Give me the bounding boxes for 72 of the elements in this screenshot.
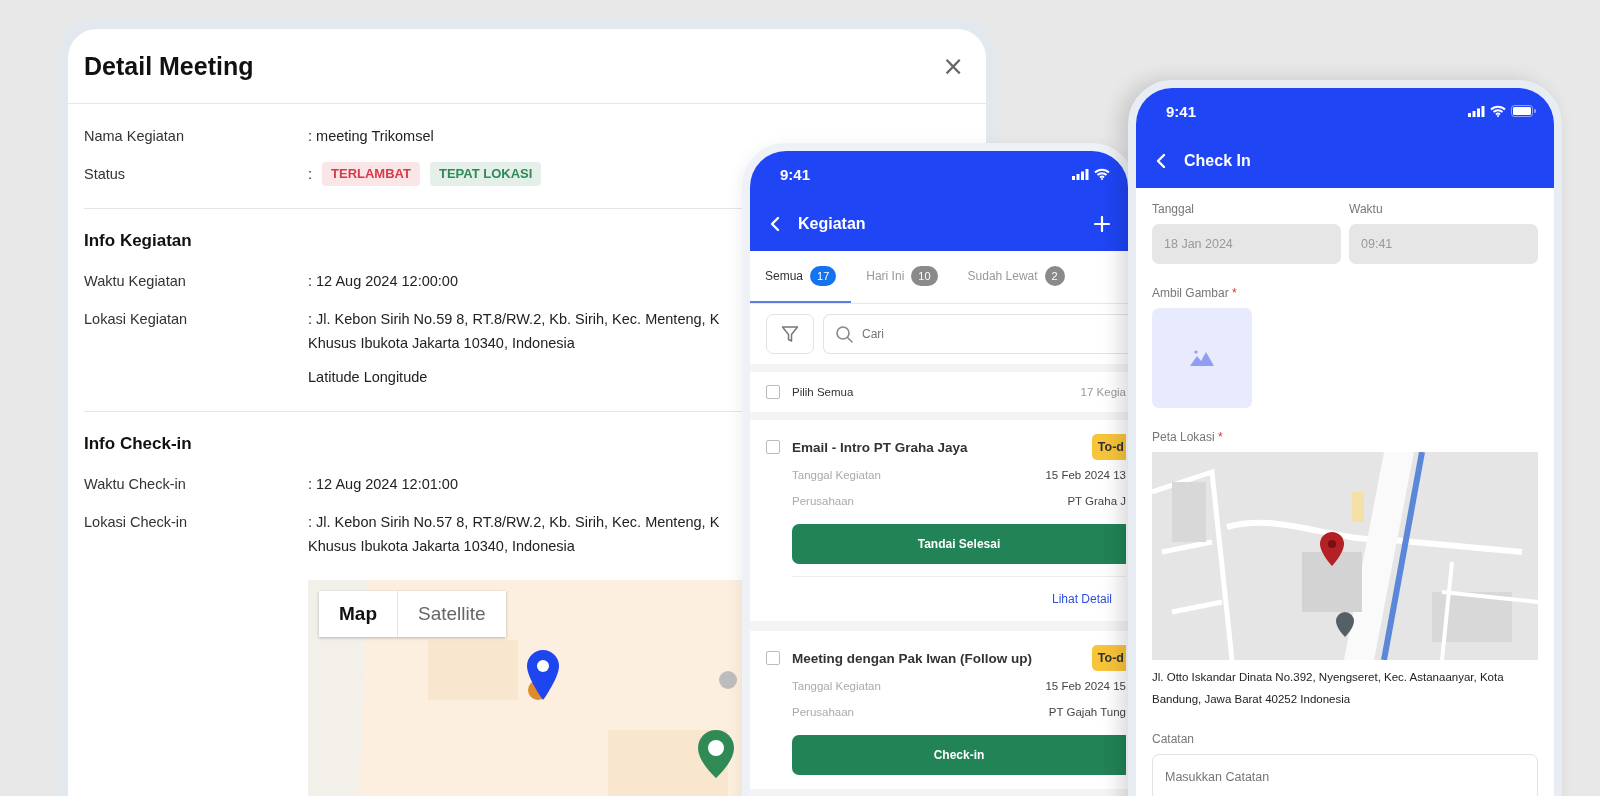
activity-title: Meeting dengan Pak Iwan (Follow up) (792, 650, 1033, 666)
activity-title: Email - Intro PT Graha Jaya (792, 439, 969, 455)
field-label: Lokasi Check-in (84, 513, 189, 532)
count-badge: 2 (1044, 266, 1065, 286)
signal-icon (1468, 105, 1485, 117)
field-value: : 12 Aug 2024 12:00:00 (308, 272, 458, 291)
field-value: : meeting Trikomsel (308, 127, 434, 146)
status-badge: To-d (1091, 434, 1126, 460)
checkbox[interactable] (766, 385, 780, 399)
screen-title: Check In (1184, 152, 1252, 170)
field-label: Tanggal (1152, 202, 1196, 216)
field-label: Nama Kegiatan (84, 127, 185, 146)
notes-field[interactable]: Masukkan Catatan (1152, 754, 1538, 796)
field-value: : (308, 165, 313, 184)
battery-icon (1511, 105, 1536, 117)
field-label: Perusahaan (792, 706, 855, 718)
section-heading: Info Check-in (84, 434, 192, 454)
search-icon (835, 325, 853, 343)
field-label: Waktu Check-in (84, 475, 187, 494)
count-badge: 17 (810, 266, 837, 286)
count-badge: 10 (911, 266, 938, 286)
field-value: : Jl. Kebon Sirih No.57 8, RT.8/RW.2, Kb. Sirih, Kec. Menteng, K Khusus Ibukota Jakarta 10340, Indonesia (308, 513, 720, 556)
status-time: 9:41 (780, 165, 811, 183)
screen-title: Kegiatan (798, 215, 867, 233)
field-label: Lokasi Kegiatan (84, 310, 189, 329)
field-value: 15 Feb 2024 15 (1045, 680, 1126, 692)
field-label: Catatan (1152, 732, 1196, 746)
section-heading: Info Kegiatan (84, 231, 192, 251)
back-icon (1156, 153, 1166, 169)
filter-tab[interactable]: Sudah Lewat 2 (952, 251, 1080, 303)
field-label: Tanggal Kegiatan (792, 680, 881, 692)
detail-link[interactable]: Lihat Detail (1051, 592, 1112, 606)
plus-icon (1094, 216, 1110, 232)
address-text: Jl. Otto Iskandar Dinata No.392, Nyengseret, Kec. Astanaanyar, Kota Bandung, Jawa Barat 40252 Indonesia (1152, 670, 1505, 707)
field-label: Waktu (1349, 202, 1384, 216)
wifi-icon (1094, 168, 1110, 180)
field-label: Waktu Kegiatan (84, 272, 187, 291)
search-field[interactable]: Cari (823, 314, 1128, 354)
status-tag: TEPAT LOKASI (429, 162, 542, 186)
map-type-tab[interactable]: Satellite (397, 591, 506, 637)
map-type-tab[interactable]: Map (319, 591, 397, 637)
activity-count: 17 Kegia (1080, 386, 1126, 398)
select-all-label: Pilih Semua (792, 386, 855, 398)
field-value: : 12 Aug 2024 12:01:00 (308, 475, 458, 494)
checkbox[interactable] (766, 651, 780, 665)
field-label: Status (84, 165, 127, 184)
wifi-icon (1490, 105, 1506, 117)
action-button[interactable]: Tandai Selesai (792, 524, 1126, 564)
close-button[interactable]: × (938, 53, 968, 79)
filter-button[interactable] (766, 314, 814, 354)
field-value: 15 Feb 2024 13 (1045, 469, 1126, 481)
checkbox[interactable] (766, 440, 780, 454)
field-label: Ambil Gambar * (1152, 286, 1238, 300)
filter-icon (781, 325, 799, 343)
panel-title: Detail Meeting (84, 51, 254, 81)
status-badge: To-d (1091, 645, 1126, 671)
image-icon (1190, 350, 1214, 366)
field-value: Latitude Longitude (308, 368, 429, 387)
field-value: : Jl. Kebon Sirih No.59 8, RT.8/RW.2, Kb. Sirih, Kec. Menteng, K Khusus Ibukota Jakarta 10340, Indonesia (308, 310, 720, 353)
action-button[interactable]: Check-in (792, 735, 1126, 775)
field-value: PT Gajah Tung (1048, 706, 1126, 718)
field-value: PT Graha J (1067, 495, 1126, 507)
field-label: Tanggal Kegiatan (792, 469, 881, 481)
photo-upload-button[interactable] (1152, 308, 1252, 408)
back-icon (770, 216, 780, 232)
status-time: 9:41 (1166, 102, 1197, 120)
status-tag: TERLAMBAT (322, 162, 420, 186)
filter-tab[interactable]: Semua 17 (750, 251, 852, 303)
field-label: Perusahaan (792, 495, 855, 507)
filter-tab[interactable]: Hari Ini 10 (851, 251, 953, 303)
signal-icon (1072, 168, 1089, 180)
field-label: Peta Lokasi * (1152, 430, 1224, 444)
